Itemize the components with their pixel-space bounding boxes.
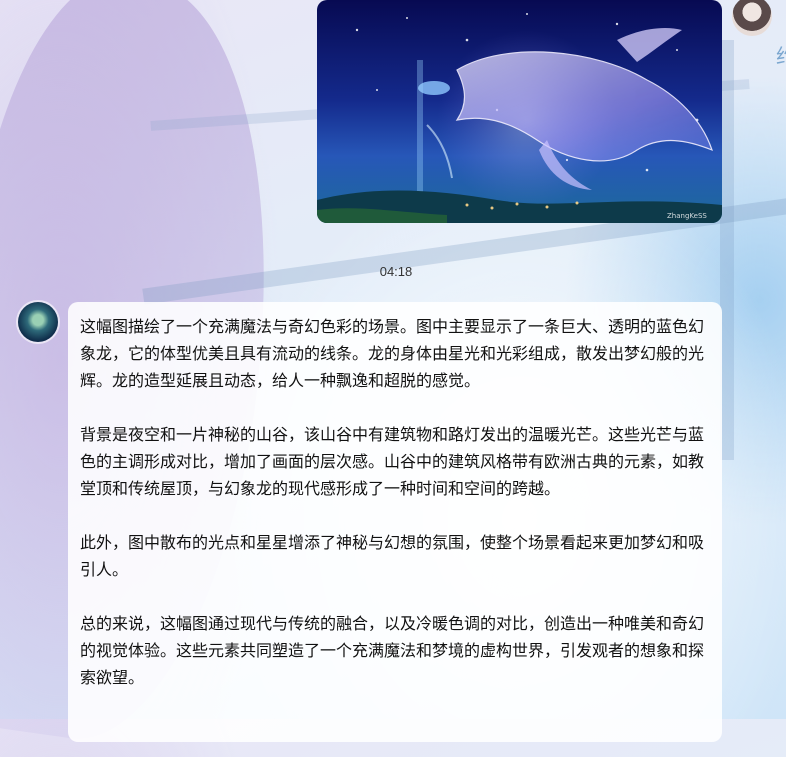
- image-message[interactable]: ZhangKeSS: [317, 0, 722, 223]
- reply-paragraph: 背景是夜空和一片神秘的山谷，该山谷中有建筑物和路灯发出的温暖光芒。这些光芒与蓝色…: [80, 425, 705, 498]
- wallpaper-post: [720, 40, 734, 460]
- reply-paragraph: 总的来说，这幅图通过现代与传统的融合，以及冷暖色调的对比，创造出一种唯美和奇幻的…: [80, 614, 705, 687]
- edge-glyph: 约: [776, 40, 786, 69]
- assistant-reply-bubble[interactable]: 这幅图描绘了一个充满魔法与奇幻色彩的场景。图中主要显示了一条巨大、透明的蓝色幻象…: [68, 302, 722, 742]
- reply-paragraph: 此外，图中散布的光点和星星增添了神秘与幻想的氛围，使整个场景看起来更加梦幻和吸引…: [80, 533, 705, 579]
- whale-illustration: ZhangKeSS: [317, 13, 722, 223]
- user-avatar[interactable]: [732, 0, 772, 36]
- image-watermark: ZhangKeSS: [667, 212, 707, 220]
- message-timestamp: 04:18: [379, 264, 413, 279]
- reply-paragraph: 这幅图描绘了一个充满魔法与奇幻色彩的场景。图中主要显示了一条巨大、透明的蓝色幻象…: [80, 317, 705, 390]
- assistant-avatar[interactable]: [18, 302, 58, 342]
